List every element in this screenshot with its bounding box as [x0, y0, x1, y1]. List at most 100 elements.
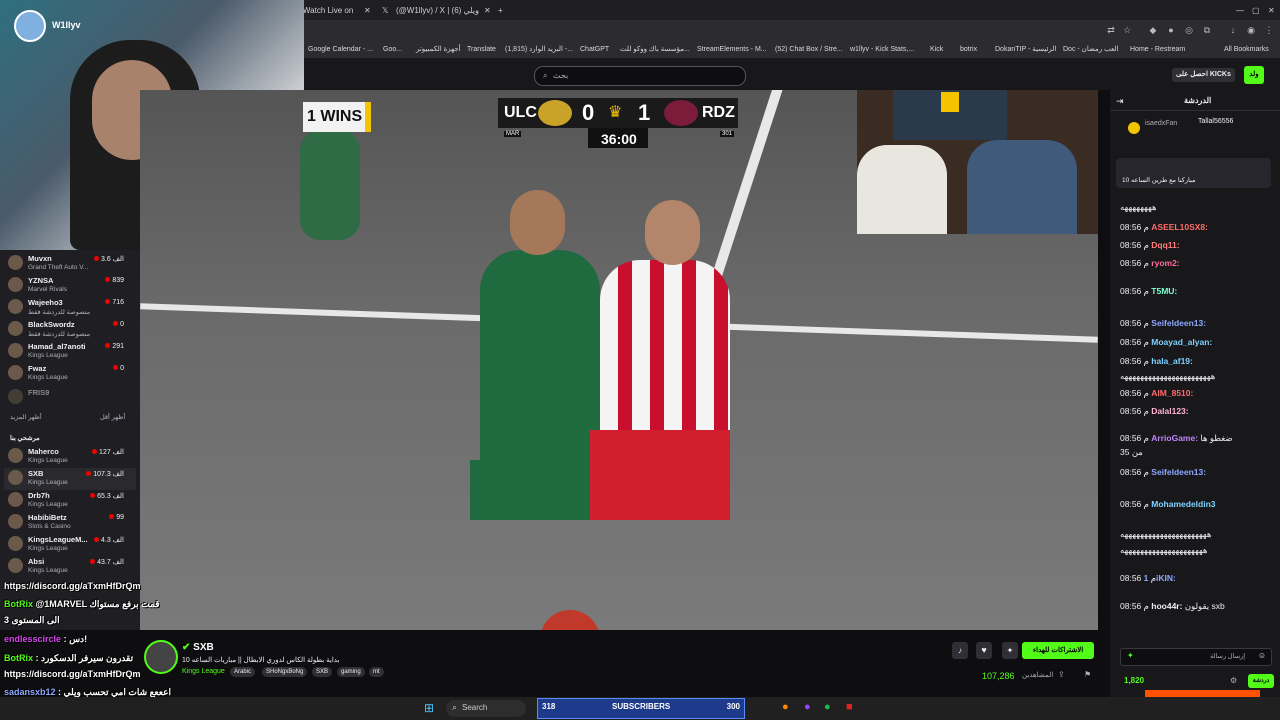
pinned-message[interactable]: مباركنا مع طرين الساعه 10: [1116, 158, 1271, 188]
sidebar-channel[interactable]: FRIS9: [4, 387, 136, 409]
new-tab-icon[interactable]: +: [498, 3, 508, 18]
wins-banner: 1 WINS: [303, 102, 371, 132]
star-icon[interactable]: ☆: [1122, 25, 1132, 35]
channel-avatar[interactable]: [144, 640, 178, 674]
close-icon[interactable]: ✕: [364, 3, 374, 18]
puzzle-icon[interactable]: ⧉: [1202, 25, 1212, 35]
bookmark[interactable]: Home - Restream: [1130, 44, 1185, 56]
channel-name: SXB: [28, 469, 44, 478]
chat-message: 08:56 م Seifeldeen13:: [1120, 318, 1207, 328]
bookmark[interactable]: مؤسسة باك ووكو للت...: [620, 44, 690, 56]
pinned-user: isaedxFan: [1145, 120, 1178, 127]
chat-input[interactable]: ✦ إرسال رسالة ☺: [1120, 648, 1272, 666]
bookmark[interactable]: (52) Chat Box / Stre...: [775, 44, 843, 56]
sidebar-channel[interactable]: KingsLeagueM... Kings League 4.3 الف: [4, 534, 136, 556]
taskbar-app-icon[interactable]: ●: [782, 701, 789, 713]
bookmark[interactable]: DokanTIP - الرئيسية: [995, 44, 1056, 56]
sidebar-channel[interactable]: SXB Kings League 107.3 الف: [4, 468, 136, 490]
sidebar-channel[interactable]: Maherco Kings League 127 الف: [4, 446, 136, 468]
bookmark[interactable]: StreamElements - M...: [697, 44, 767, 56]
collapse-chat-icon[interactable]: ⇥: [1116, 96, 1124, 107]
send-chat-button[interactable]: دردشة: [1248, 674, 1274, 688]
bookmark[interactable]: Translate: [467, 44, 496, 56]
show-more-link[interactable]: أظهر المزيد: [10, 413, 42, 421]
viewer-count: 0: [111, 321, 124, 328]
avatar: [8, 389, 23, 404]
bookmark[interactable]: Doc - العب رمضان: [1063, 44, 1118, 56]
tag-chip[interactable]: gaming: [337, 667, 365, 677]
minimize-icon[interactable]: —: [1236, 3, 1246, 18]
smiley-icon[interactable]: ☺: [1258, 651, 1266, 660]
show-less-link[interactable]: أظهر أقل: [100, 413, 125, 421]
get-kicks-button[interactable]: احصل على KICKs: [1172, 68, 1235, 82]
profile-icon[interactable]: ◉: [1246, 25, 1256, 35]
bell-icon[interactable]: ♪: [952, 642, 968, 659]
bookmark[interactable]: البريد الوارد (1,815) -...: [505, 44, 573, 56]
viewer-count: 99: [107, 514, 124, 521]
channel-category: Kings League: [28, 479, 68, 486]
points-balance[interactable]: 1,820: [1124, 676, 1144, 685]
sidebar-channel[interactable]: Muvxn Grand Theft Auto V... 3.6 الف: [4, 253, 136, 275]
bookmark[interactable]: All Bookmarks: [1224, 44, 1269, 56]
live-dot-icon: [90, 493, 96, 498]
sidebar-channel[interactable]: BlackSwordz منصوصة للدردشة فقط 0: [4, 319, 136, 341]
gift-subscriptions-button[interactable]: الاشتراكات للهداء: [1022, 642, 1094, 659]
live-dot-icon: [90, 559, 96, 564]
chat-message: هههههههههههههههههههههه: [1120, 545, 1208, 555]
avatar[interactable]: ولد: [1244, 66, 1264, 84]
bookmark[interactable]: Goo...: [383, 44, 402, 56]
taskbar-app-icon[interactable]: ●: [804, 701, 811, 713]
flag-icon[interactable]: ⚑: [1084, 670, 1091, 679]
settings-icon[interactable]: ⚙: [1230, 676, 1237, 685]
stream-category[interactable]: Kings League: [182, 668, 225, 675]
sidebar-channel[interactable]: Drb7h Kings League 65.3 الف: [4, 490, 136, 512]
emote-icon[interactable]: ✦: [1127, 651, 1134, 660]
browser-tab[interactable]: (@W1llyv) / X | ويلي (6): [396, 3, 486, 18]
tag-chip[interactable]: mt: [369, 667, 384, 677]
bookmark[interactable]: Google Calendar - ...: [308, 44, 373, 56]
viewer-count: 839: [103, 277, 124, 284]
sidebar-channel[interactable]: Wajeeho3 منصوصة للدردشة فقط 716: [4, 297, 136, 319]
tag-chip[interactable]: SXB: [312, 667, 333, 677]
extension-icon[interactable]: ●: [1166, 25, 1176, 35]
channel-name[interactable]: ✔ SXB: [182, 642, 214, 653]
bookmark[interactable]: ChatGPT: [580, 44, 609, 56]
search-input[interactable]: ⌕ بحث: [534, 66, 746, 86]
ball: [540, 610, 600, 630]
taskbar-search[interactable]: ⌕ Search: [446, 700, 526, 717]
sidebar-channel[interactable]: Hamad_al7anoti Kings League 291: [4, 341, 136, 363]
heart-icon[interactable]: ♥: [976, 642, 992, 659]
sidebar-channel[interactable]: HabibiBetz Slots & Casino 99: [4, 512, 136, 534]
translate-icon[interactable]: ⇄: [1106, 25, 1116, 35]
bookmark[interactable]: w1llyv - Kick Stats,...: [850, 44, 914, 56]
chat-message: ههههههههه: [1120, 202, 1157, 212]
avatar: [14, 10, 46, 42]
close-icon[interactable]: ✕: [484, 3, 494, 18]
sidebar-channel[interactable]: Fwaz Kings League 0: [4, 363, 136, 385]
maximize-icon[interactable]: ▢: [1252, 3, 1262, 18]
sparkle-icon[interactable]: ✦: [1002, 642, 1018, 659]
avatar: [8, 492, 23, 507]
close-window-icon[interactable]: ✕: [1268, 3, 1278, 18]
bookmark[interactable]: Kick: [930, 44, 943, 56]
tag-chip[interactable]: SHoNgxBoNg: [262, 667, 308, 677]
crown-icon: ♛: [608, 104, 623, 121]
windows-start-icon[interactable]: ⊞: [424, 701, 434, 715]
tag-chip[interactable]: Arabic: [230, 667, 256, 677]
bookmark[interactable]: أجهزة الكمبيوتر: [416, 44, 461, 56]
chat-panel: ⇥ الدردشة isaedxFan Tallal56556 مباركنا …: [1110, 90, 1280, 720]
extension-icon[interactable]: ◆: [1148, 25, 1158, 35]
download-icon[interactable]: ↓: [1228, 25, 1238, 35]
sidebar-channel[interactable]: YZNSA Marvel Rivals 839: [4, 275, 136, 297]
share-icon[interactable]: ⇪: [1058, 670, 1065, 679]
sidebar-channel[interactable]: Absi Kings League 43.7 الف: [4, 556, 136, 578]
menu-icon[interactable]: ⋮: [1264, 25, 1274, 35]
viewer-count: 107,286: [982, 671, 1015, 681]
extension-icon[interactable]: ◎: [1184, 25, 1194, 35]
search-placeholder: بحث: [553, 71, 569, 80]
taskbar-app-icon[interactable]: ●: [824, 701, 831, 713]
taskbar-app-icon[interactable]: ■: [846, 701, 853, 713]
channel-category: Grand Theft Auto V...: [28, 264, 89, 271]
bookmark[interactable]: botrix: [960, 44, 977, 56]
browser-tab[interactable]: - Watch Live on: [298, 3, 360, 18]
